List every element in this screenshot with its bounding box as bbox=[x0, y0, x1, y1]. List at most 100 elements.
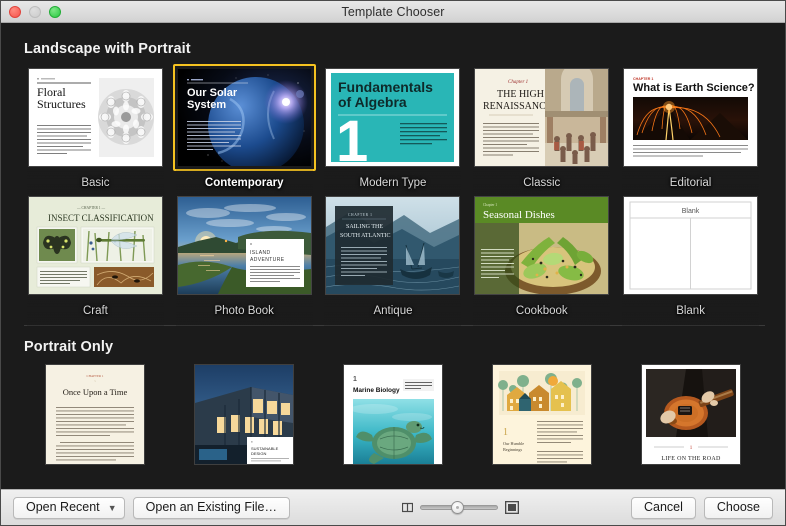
svg-text:SAILING THE: SAILING THE bbox=[346, 224, 383, 230]
template-gallery[interactable]: Landscape with Portrait Floral Structure… bbox=[1, 23, 785, 489]
thumbnail-wrap: Floral Structures bbox=[27, 67, 164, 168]
template-classic[interactable]: Chapter 1 THE HIGH RENAISSANCE Classic bbox=[467, 64, 616, 202]
art-blank: Blank bbox=[624, 197, 758, 294]
template-modern-type[interactable]: Fundamentals of Algebra 1 Modern Type bbox=[319, 67, 468, 202]
svg-text:CHAPTER 1: CHAPTER 1 bbox=[87, 374, 104, 378]
template-once-upon-a-time[interactable]: CHAPTER 1 ~ Once Upon a Time bbox=[21, 365, 170, 464]
window-title: Template Chooser bbox=[341, 4, 445, 19]
svg-text:What is Earth Science?: What is Earth Science? bbox=[633, 82, 755, 94]
thumbnail-frame: CHAPTER 1 SAILING THE SOUTH ATLANTIC bbox=[321, 192, 464, 299]
thumbnail-frame: Chapter 1 THE HIGH RENAISSANCE bbox=[470, 64, 613, 171]
chevron-down-icon: ▼ bbox=[107, 502, 117, 513]
template-craft[interactable]: — CHAPTER 1 — INSECT CLASSIFICATION Craf… bbox=[21, 195, 170, 330]
bottom-toolbar: Open Recent ▼ Open an Existing File… Can… bbox=[1, 489, 785, 525]
template-label: Classic bbox=[523, 177, 561, 189]
thumbnail-size-slider[interactable] bbox=[419, 497, 498, 519]
svg-text:THE HIGH: THE HIGH bbox=[497, 89, 544, 100]
art-antique: CHAPTER 1 SAILING THE SOUTH ATLANTIC bbox=[326, 197, 460, 294]
svg-text:Blank: Blank bbox=[682, 208, 700, 215]
svg-text:RENAISSANCE: RENAISSANCE bbox=[483, 101, 552, 112]
template-cookbook[interactable]: Chapter 1 Seasonal Dishes Cookbook bbox=[467, 195, 616, 330]
section-title: Landscape with Portrait bbox=[24, 41, 191, 57]
template-our-humble-beginnings[interactable]: 1 Our Humble Beginnings bbox=[467, 365, 616, 464]
template-editorial[interactable]: CHAPTER 1 What is Earth Science? Editori… bbox=[616, 64, 765, 202]
window-controls bbox=[1, 5, 61, 18]
open-recent-label: Open Recent bbox=[26, 500, 100, 514]
svg-text:1: 1 bbox=[503, 427, 508, 438]
template-label: Modern Type bbox=[359, 177, 427, 189]
template-row: CHAPTER 1 ~ Once Upon a Time SUSTAINABLE… bbox=[21, 365, 765, 464]
thumbnail-image: SUSTAINABLE DESIGN bbox=[195, 365, 294, 464]
svg-text:Chapter 1: Chapter 1 bbox=[508, 80, 528, 85]
art-modern-type: Fundamentals of Algebra 1 bbox=[326, 69, 460, 166]
thumbnail-image: Chapter 1 THE HIGH RENAISSANCE bbox=[475, 69, 609, 166]
thumbnail-wrap: Fundamentals of Algebra 1 bbox=[324, 67, 461, 168]
template-blank[interactable]: Blank Blank bbox=[616, 195, 765, 330]
svg-text:Our Solar: Our Solar bbox=[187, 87, 238, 99]
slider-knob[interactable] bbox=[450, 501, 464, 514]
template-contemporary[interactable]: Our Solar System Contemporary bbox=[170, 64, 319, 202]
template-label: Craft bbox=[82, 305, 108, 317]
svg-text:1: 1 bbox=[336, 109, 368, 166]
template-label: Photo Book bbox=[214, 305, 274, 317]
art-once-upon-a-time: CHAPTER 1 ~ Once Upon a Time bbox=[46, 365, 145, 464]
art-cookbook: Chapter 1 Seasonal Dishes bbox=[475, 197, 609, 294]
thumbnail-image: CHAPTER 1 ~ Once Upon a Time bbox=[46, 365, 145, 464]
thumbnail-size-control[interactable] bbox=[401, 497, 519, 519]
cancel-label: Cancel bbox=[643, 500, 683, 514]
svg-text:SOUTH ATLANTIC: SOUTH ATLANTIC bbox=[340, 233, 391, 239]
art-our-humble-beginnings: 1 Our Humble Beginnings bbox=[492, 365, 591, 464]
svg-text:System: System bbox=[187, 99, 226, 111]
svg-text:INSECT CLASSIFICATION: INSECT CLASSIFICATION bbox=[48, 213, 154, 223]
minimize-button-icon[interactable] bbox=[29, 5, 41, 18]
svg-text:Our Humble: Our Humble bbox=[503, 441, 524, 446]
thumbnail-frame: Floral Structures bbox=[24, 64, 167, 171]
template-marine-biology[interactable]: 1 Marine Biology bbox=[319, 365, 468, 464]
thumbnail-image: Blank bbox=[624, 197, 758, 294]
cancel-button[interactable]: Cancel bbox=[630, 496, 696, 519]
svg-text:CHAPTER 1: CHAPTER 1 bbox=[348, 213, 372, 217]
thumbnail-wrap: Blank bbox=[622, 195, 759, 296]
svg-text:ISLAND: ISLAND bbox=[250, 250, 270, 256]
open-existing-file-label: Open an Existing File… bbox=[145, 500, 277, 514]
small-thumbnail-icon bbox=[401, 502, 413, 513]
template-photo-book[interactable]: ISLAND ADVENTURE Photo Book bbox=[170, 195, 319, 330]
template-antique[interactable]: CHAPTER 1 SAILING THE SOUTH ATLANTIC Ant… bbox=[319, 192, 468, 330]
thumbnail-image: Floral Structures bbox=[28, 69, 162, 166]
template-chooser-window: Template Chooser Landscape with Portrait bbox=[0, 0, 786, 526]
art-photo-book: ISLAND ADVENTURE bbox=[177, 197, 311, 294]
template-basic[interactable]: Floral Structures Basic bbox=[21, 67, 170, 202]
art-contemporary: Our Solar System bbox=[177, 69, 311, 166]
open-existing-file-button[interactable]: Open an Existing File… bbox=[132, 496, 290, 519]
thumbnail-image: Our Solar System bbox=[177, 69, 311, 166]
template-sustainable-design[interactable]: SUSTAINABLE DESIGN bbox=[170, 365, 319, 464]
thumbnail-wrap: Our Solar System bbox=[172, 64, 316, 171]
choose-label: Choose bbox=[716, 500, 760, 514]
thumbnail-image: 1 Marine Biology bbox=[343, 365, 442, 464]
zoom-button-icon[interactable] bbox=[49, 5, 61, 18]
svg-text:Beginnings: Beginnings bbox=[503, 447, 522, 452]
template-row: — CHAPTER 1 — INSECT CLASSIFICATION Craf… bbox=[21, 192, 765, 330]
thumbnail-frame: CHAPTER 1 What is Earth Science? bbox=[619, 64, 762, 171]
open-recent-button[interactable]: Open Recent ▼ bbox=[13, 496, 125, 519]
template-label: Blank bbox=[676, 305, 705, 317]
choose-button[interactable]: Choose bbox=[703, 496, 773, 519]
template-label: Cookbook bbox=[515, 305, 568, 317]
template-label: Contemporary bbox=[204, 177, 284, 189]
template-row: Floral Structures Basic Our Solar System… bbox=[21, 64, 765, 202]
thumbnail-image: 1 LIFE ON THE ROAD bbox=[641, 365, 740, 464]
thumbnail-frame: ISLAND ADVENTURE bbox=[173, 192, 316, 299]
thumbnail-wrap: ISLAND ADVENTURE bbox=[176, 195, 313, 296]
section-title: Portrait Only bbox=[24, 339, 114, 355]
svg-text:Once Upon a Time: Once Upon a Time bbox=[63, 387, 128, 397]
art-classic: Chapter 1 THE HIGH RENAISSANCE bbox=[475, 69, 609, 166]
thumbnail-wrap: — CHAPTER 1 — INSECT CLASSIFICATION bbox=[27, 195, 164, 296]
thumbnail-image: Chapter 1 Seasonal Dishes bbox=[475, 197, 609, 294]
svg-text:Structures: Structures bbox=[37, 97, 86, 111]
thumbnail-frame: Our Solar System bbox=[172, 64, 316, 171]
art-life-on-the-road: 1 LIFE ON THE ROAD bbox=[641, 365, 740, 464]
art-marine-biology: 1 Marine Biology bbox=[343, 365, 442, 464]
template-life-on-the-road[interactable]: 1 LIFE ON THE ROAD bbox=[616, 365, 765, 464]
thumbnail-image: Fundamentals of Algebra 1 bbox=[326, 69, 460, 166]
close-button-icon[interactable] bbox=[9, 5, 21, 18]
